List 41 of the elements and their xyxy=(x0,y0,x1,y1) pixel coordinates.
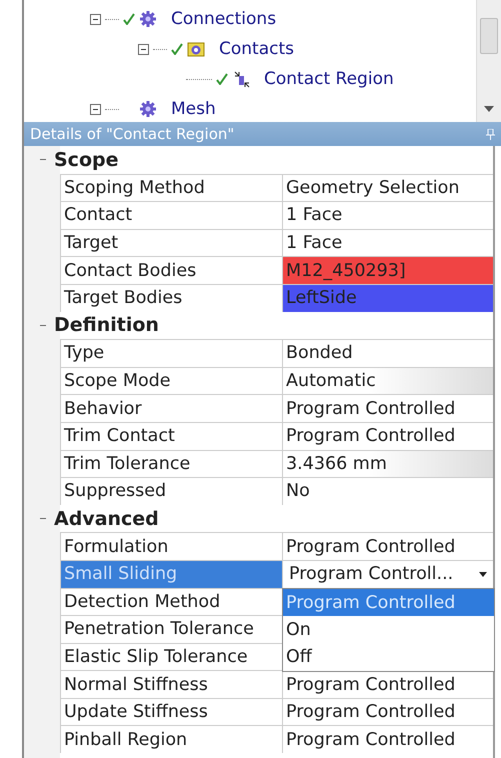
property-name[interactable]: Trim Tolerance xyxy=(60,450,282,478)
dropdown-field[interactable]: Program Controll... xyxy=(286,560,493,588)
property-value: 3.4366 mm xyxy=(282,450,493,478)
property-name[interactable]: Target xyxy=(60,228,282,256)
tree-item[interactable]: Contact Region xyxy=(264,69,394,89)
property-name[interactable]: Scope Mode xyxy=(60,366,282,394)
property-value: Program Controlled xyxy=(282,532,493,560)
property-value: No xyxy=(282,477,493,505)
property-value: Automatic xyxy=(282,366,493,394)
property-name[interactable]: Behavior xyxy=(60,394,282,422)
property-name[interactable]: Type xyxy=(60,339,282,367)
property-value: M12_450293] xyxy=(282,256,493,284)
tree-item[interactable]: Mesh xyxy=(171,99,216,119)
property-name[interactable]: Pinball Region xyxy=(60,725,282,754)
property-value: LeftSide xyxy=(282,284,493,312)
property-name[interactable]: Penetration Tolerance xyxy=(60,615,282,643)
tree-item[interactable]: Connections xyxy=(171,9,276,29)
dropdown-option[interactable]: Off xyxy=(283,644,494,671)
property-name[interactable]: Trim Contact xyxy=(60,422,282,450)
property-name[interactable]: Detection Method xyxy=(60,588,282,616)
property-value: Program Controlled xyxy=(282,670,493,698)
property-name[interactable]: Update Stiffness xyxy=(60,698,282,726)
property-value: Program Controlled xyxy=(282,698,493,726)
section-header: Definition xyxy=(54,314,159,336)
property-name[interactable]: Scoping Method xyxy=(60,174,282,202)
property-name[interactable]: Contact Bodies xyxy=(60,256,282,284)
property-value: Program Controlled xyxy=(282,725,493,754)
section-header: Scope xyxy=(54,148,118,171)
property-name[interactable]: Suppressed xyxy=(60,477,282,505)
dropdown-option[interactable]: On xyxy=(283,616,494,644)
property-name[interactable]: Elastic Slip Tolerance xyxy=(60,642,282,670)
property-value: Geometry Selection xyxy=(282,174,493,202)
panel-title: Details of "Contact Region" xyxy=(30,125,234,143)
property-name[interactable]: Target Bodies xyxy=(60,284,282,312)
property-value: 1 Face xyxy=(282,201,493,229)
property-value: Program Controlled xyxy=(282,394,493,422)
tree-item[interactable]: Contacts xyxy=(219,39,294,59)
property-name[interactable]: Contact xyxy=(60,201,282,229)
section-header: Advanced xyxy=(54,508,159,530)
property-name[interactable]: Formulation xyxy=(60,532,282,560)
property-name[interactable]: Normal Stiffness xyxy=(60,670,282,698)
